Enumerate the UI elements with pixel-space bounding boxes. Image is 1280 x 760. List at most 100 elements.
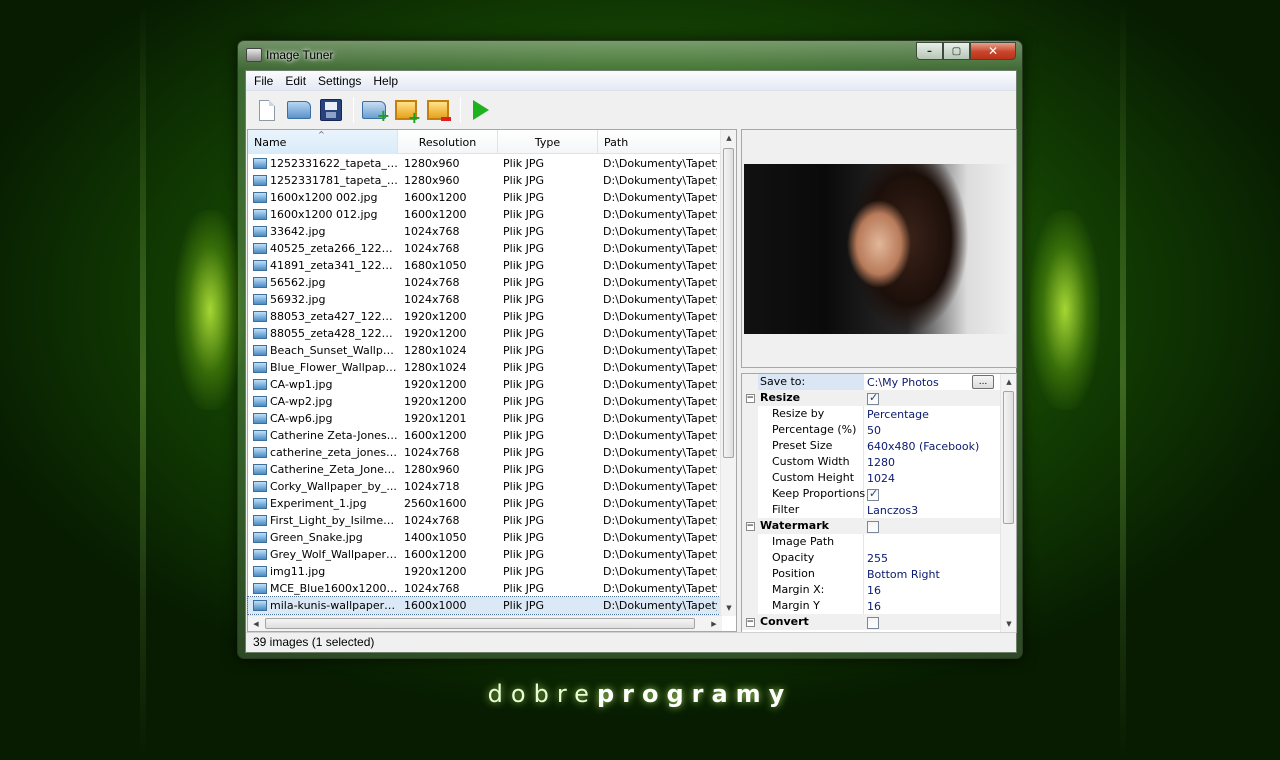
property-scrollbar[interactable]: ▲ ▼: [1000, 374, 1016, 632]
scroll-thumb[interactable]: [723, 148, 734, 458]
property-value[interactable]: 255: [867, 552, 888, 565]
property-row[interactable]: Margin Y 16: [742, 598, 1016, 614]
scroll-down-icon[interactable]: ▼: [721, 600, 737, 616]
property-row[interactable]: Position Bottom Right: [742, 566, 1016, 582]
column-header-resolution[interactable]: Resolution: [398, 130, 498, 154]
table-row[interactable]: 1600x1200 012.jpg 1600x1200 Plik JPG D:\Dok…: [248, 206, 722, 223]
table-row[interactable]: 41891_zeta341_122_6... 1680x1050 Plik JPG D…: [248, 257, 722, 274]
table-row[interactable]: Green_Snake.jpg 1400x1050 Plik JPG D:\Dokum…: [248, 529, 722, 546]
minimize-button[interactable]: –: [916, 42, 943, 60]
scroll-down-icon[interactable]: ▼: [1001, 616, 1017, 632]
table-row[interactable]: 88055_zeta428_122_2... 1920x1200 Plik JPG D…: [248, 325, 722, 342]
property-value[interactable]: 50: [867, 424, 881, 437]
property-value[interactable]: 1280: [867, 456, 895, 469]
table-row[interactable]: Grey_Wolf_Wallpaper_... 1600x1200 Plik JPG…: [248, 546, 722, 563]
property-save-to[interactable]: Save to: C:\My Photos ...: [742, 374, 1016, 390]
property-row[interactable]: Percentage (%) 50: [742, 422, 1016, 438]
collapse-icon[interactable]: −: [745, 617, 755, 627]
add-images-button[interactable]: [391, 95, 421, 127]
scroll-thumb[interactable]: [265, 618, 695, 629]
table-row[interactable]: 56932.jpg 1024x768 Plik JPG D:\Dokumenty\Ta…: [248, 291, 722, 308]
property-value[interactable]: C:\My Photos: [864, 376, 939, 389]
table-row[interactable]: Corky_Wallpaper_by_... 1024x718 Plik JPG D:…: [248, 478, 722, 495]
property-row[interactable]: Resize by Percentage: [742, 406, 1016, 422]
property-row[interactable]: Preset Size 640x480 (Facebook): [742, 438, 1016, 454]
collapse-icon[interactable]: −: [745, 393, 755, 403]
property-row[interactable]: Margin X: 16: [742, 582, 1016, 598]
table-row[interactable]: CA-wp2.jpg 1920x1200 Plik JPG D:\Dokumenty\…: [248, 393, 722, 410]
scroll-up-icon[interactable]: ▲: [1001, 374, 1017, 390]
run-button[interactable]: [466, 95, 496, 125]
scroll-right-icon[interactable]: ▶: [706, 616, 722, 632]
title-bar[interactable]: Image Tuner – ▢ ✕: [238, 41, 1022, 69]
property-row[interactable]: Custom Height 1024: [742, 470, 1016, 486]
cell-path: D:\Dokumenty\Tapety\: [603, 378, 717, 391]
table-row[interactable]: 33642.jpg 1024x768 Plik JPG D:\Dokumenty\Ta…: [248, 223, 722, 240]
table-row[interactable]: CA-wp1.jpg 1920x1200 Plik JPG D:\Dokumenty\…: [248, 376, 722, 393]
maximize-button[interactable]: ▢: [943, 42, 970, 60]
property-value[interactable]: Lanczos3: [867, 504, 918, 517]
property-value[interactable]: 640x480 (Facebook): [867, 440, 979, 453]
table-row[interactable]: Experiment_1.jpg 2560x1600 Plik JPG D:\Doku…: [248, 495, 722, 512]
property-grid[interactable]: Save to: C:\My Photos ... − Resize Resiz…: [741, 373, 1017, 633]
table-row[interactable]: CA-wp6.jpg 1920x1201 Plik JPG D:\Dokumenty\…: [248, 410, 722, 427]
watermark-checkbox[interactable]: [867, 520, 879, 533]
table-row[interactable]: 1252331781_tapeta_zi... 1280x960 Plik JPG D…: [248, 172, 722, 189]
save-button[interactable]: [316, 95, 346, 125]
scroll-thumb[interactable]: [1003, 391, 1014, 524]
resize-checkbox[interactable]: [867, 391, 879, 405]
property-row[interactable]: Filter Lanczos3: [742, 502, 1016, 518]
property-row[interactable]: Image Path: [742, 534, 1016, 550]
column-header-type[interactable]: Type: [498, 130, 598, 154]
menu-settings[interactable]: Settings: [312, 74, 367, 88]
category-watermark[interactable]: − Watermark: [742, 518, 1016, 534]
table-row[interactable]: catherine_zeta_jones_... 1024x768 Plik JPG…: [248, 444, 722, 461]
table-row[interactable]: 1252331622_tapeta_zi... 1280x960 Plik JPG D…: [248, 155, 722, 172]
property-label: Opacity: [758, 550, 864, 566]
menu-help[interactable]: Help: [367, 74, 404, 88]
property-value[interactable]: Bottom Right: [867, 568, 940, 581]
list-horizontal-scrollbar[interactable]: ◀ ▶: [248, 615, 722, 631]
property-value[interactable]: 16: [867, 584, 881, 597]
property-value[interactable]: Percentage: [867, 408, 929, 421]
convert-checkbox[interactable]: [867, 616, 879, 629]
property-value[interactable]: 16: [867, 600, 881, 613]
property-row[interactable]: Opacity 255: [742, 550, 1016, 566]
property-checkbox[interactable]: [867, 487, 879, 501]
table-row[interactable]: mila-kunis-wallpapers_... 1600x1000 Plik J…: [247, 596, 723, 615]
table-row[interactable]: Catherine Zeta-Jones_... 1600x1200 Plik JP…: [248, 427, 722, 444]
property-row[interactable]: Custom Width 1280: [742, 454, 1016, 470]
cell-path: D:\Dokumenty\Tapety\: [603, 514, 717, 527]
column-header-name[interactable]: ^ Name: [248, 130, 398, 154]
scroll-left-icon[interactable]: ◀: [248, 616, 264, 632]
cell-type: Plik JPG: [503, 157, 545, 170]
table-row[interactable]: img11.jpg 1920x1200 Plik JPG D:\Dokumenty\T…: [248, 563, 722, 580]
menu-edit[interactable]: Edit: [279, 74, 312, 88]
property-value[interactable]: 1024: [867, 472, 895, 485]
table-row[interactable]: 56562.jpg 1024x768 Plik JPG D:\Dokumenty\Ta…: [248, 274, 722, 291]
table-row[interactable]: 40525_zeta266_122_4... 1024x768 Plik JPG D:…: [248, 240, 722, 257]
scroll-up-icon[interactable]: ▲: [721, 130, 737, 146]
new-button[interactable]: [252, 95, 282, 125]
table-row[interactable]: Blue_Flower_Wallpaper... 1280x1024 Plik JP…: [248, 359, 722, 376]
toolbar-separator: [460, 97, 461, 123]
file-list[interactable]: ^ Name Resolution Type Path 1252331622_t…: [247, 129, 737, 632]
close-button[interactable]: ✕: [970, 42, 1016, 60]
category-convert[interactable]: − Convert: [742, 614, 1016, 630]
table-row[interactable]: 88053_zeta427_122_5... 1920x1200 Plik JPG D…: [248, 308, 722, 325]
remove-images-button[interactable]: [423, 95, 453, 125]
table-row[interactable]: Beach_Sunset_Wallpap... 1280x1024 Plik JPG…: [248, 342, 722, 359]
table-row[interactable]: MCE_Blue1600x1200.jpg 1024x768 Plik JPG D:\…: [248, 580, 722, 597]
table-row[interactable]: Catherine_Zeta_Jones... 1280x960 Plik JPG D…: [248, 461, 722, 478]
column-header-path[interactable]: Path: [598, 130, 722, 154]
add-folder-button[interactable]: [359, 95, 390, 125]
browse-button[interactable]: ...: [972, 375, 994, 389]
menu-file[interactable]: File: [248, 74, 279, 88]
category-resize[interactable]: − Resize: [742, 390, 1016, 406]
table-row[interactable]: First_Light_by_Isilmetri... 1024x768 Plik …: [248, 512, 722, 529]
property-row[interactable]: Keep Proportions: [742, 486, 1016, 502]
list-vertical-scrollbar[interactable]: ▲ ▼: [720, 130, 736, 616]
table-row[interactable]: 1600x1200 002.jpg 1600x1200 Plik JPG D:\Dok…: [248, 189, 722, 206]
collapse-icon[interactable]: −: [745, 521, 755, 531]
open-button[interactable]: [284, 95, 314, 125]
